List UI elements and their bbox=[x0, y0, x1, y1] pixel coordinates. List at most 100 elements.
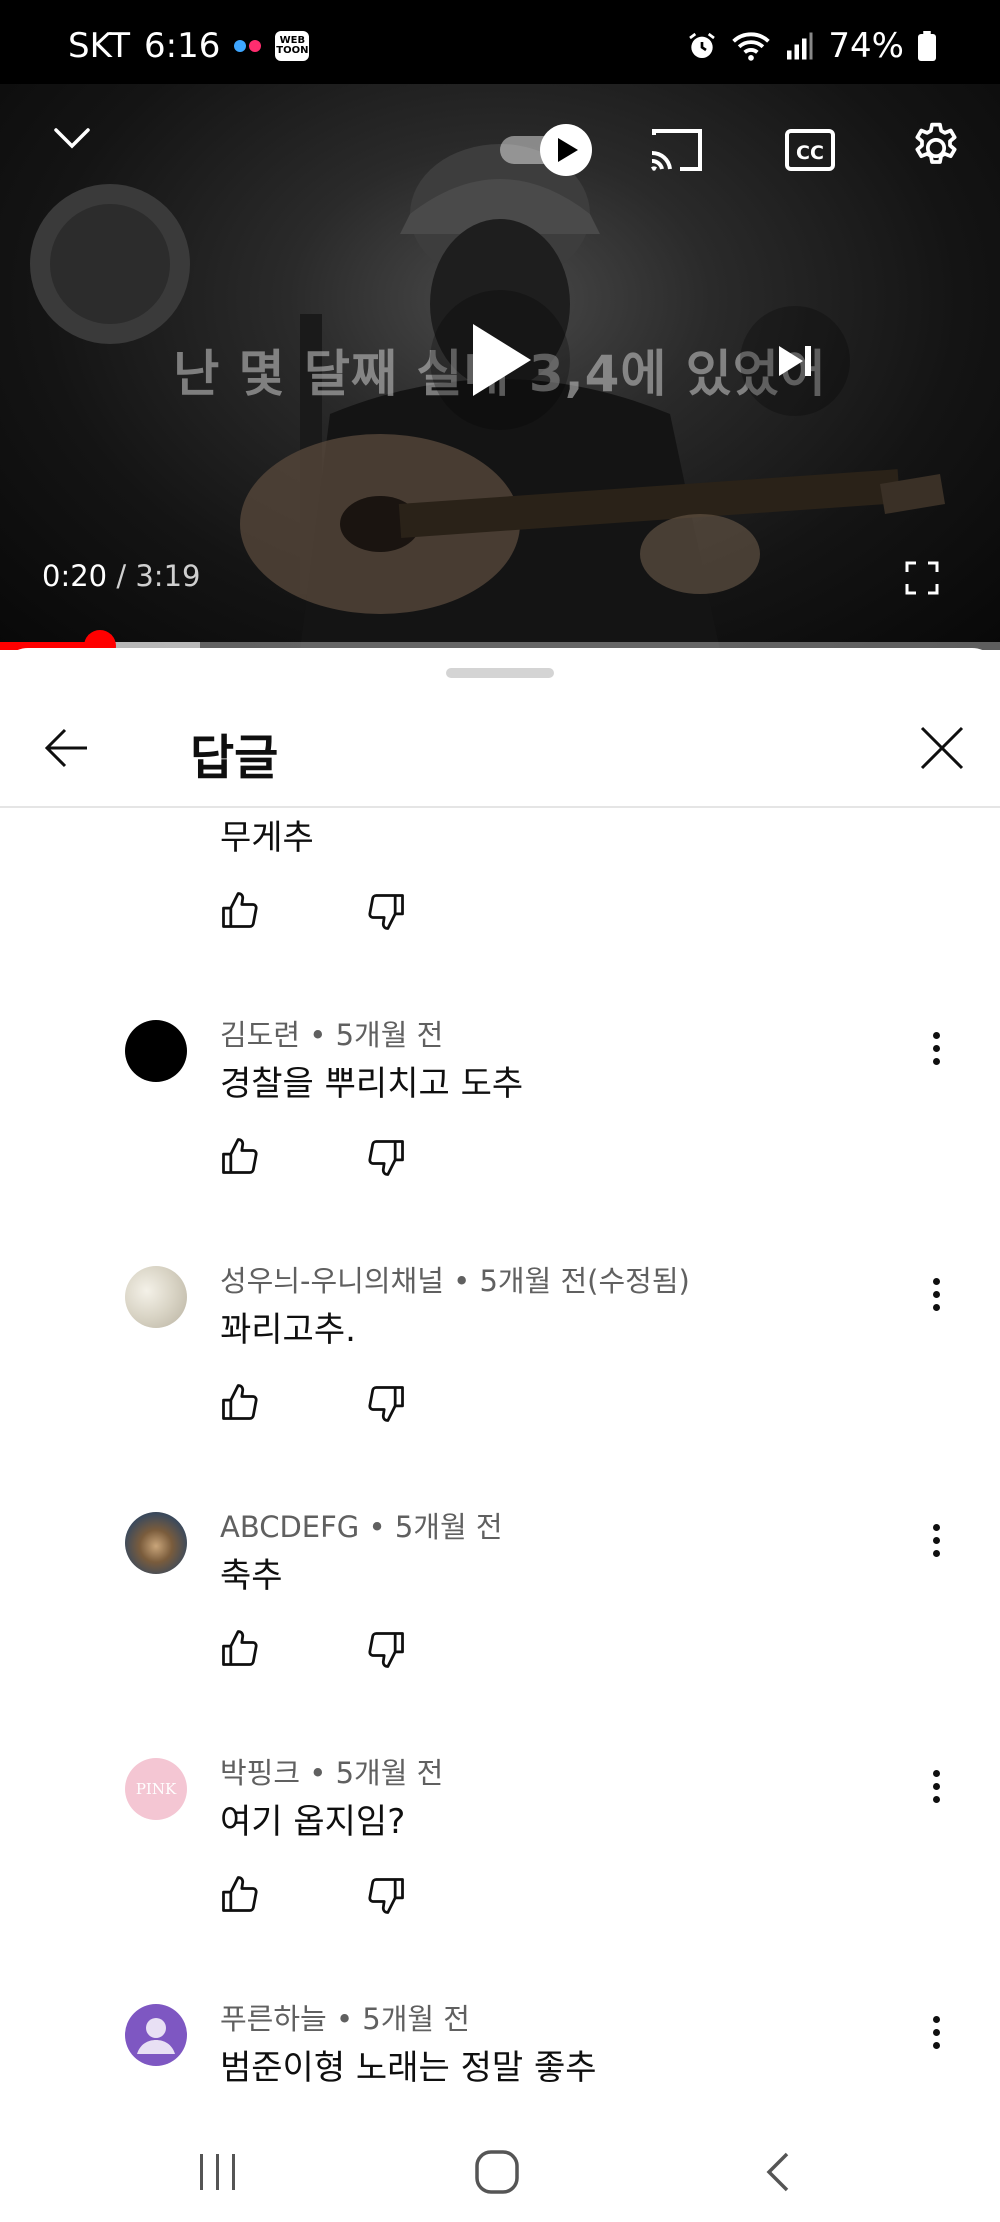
reply-author[interactable]: ABCDEFG bbox=[220, 1510, 359, 1544]
list-item: PINK 박핑크 • 5개월 전 여기 옵지임? bbox=[0, 1742, 1000, 1988]
reply-text: 여기 옵지임? bbox=[220, 1802, 406, 1842]
list-item: 김도련 • 5개월 전 경찰을 뿌리치고 도추 bbox=[0, 1004, 1000, 1250]
more-options-button[interactable] bbox=[918, 1270, 954, 1318]
panel-title: 답글 bbox=[190, 730, 279, 786]
clock: 6:16 bbox=[144, 26, 221, 66]
more-vert-icon bbox=[932, 1031, 940, 1039]
thumbs-down-icon[interactable] bbox=[364, 1874, 408, 1918]
autoplay-toggle-icon bbox=[500, 124, 592, 176]
reply-text: 꽈리고추. bbox=[220, 1310, 356, 1350]
thumbs-up-icon[interactable] bbox=[218, 1872, 262, 1916]
arrow-left-icon bbox=[44, 728, 87, 768]
avatar[interactable] bbox=[125, 2004, 187, 2066]
list-item: 푸른하늘 • 5개월 전 범준이형 노래는 정말 좋추 bbox=[0, 1988, 1000, 2118]
autoplay-toggle[interactable] bbox=[498, 122, 598, 178]
duration: 3:19 bbox=[135, 559, 201, 593]
settings-gear-icon bbox=[915, 122, 957, 164]
back-icon bbox=[766, 2152, 789, 2192]
home-icon bbox=[475, 2150, 519, 2194]
close-panel-button[interactable] bbox=[910, 716, 974, 780]
cast-button[interactable] bbox=[644, 122, 708, 178]
replies-list: 무게추 김도련 • 5개월 전 경찰을 뿌리치고 도추 성우늬-우니의채널 • … bbox=[0, 810, 1000, 2118]
home-button[interactable] bbox=[467, 2144, 527, 2200]
reply-meta: 박핑크 • 5개월 전 bbox=[220, 1750, 443, 1792]
drag-handle[interactable] bbox=[446, 668, 554, 678]
meta-separator: • bbox=[300, 1756, 336, 1790]
reply-author[interactable]: 박핑크 bbox=[220, 1756, 300, 1790]
thumbs-down-icon[interactable] bbox=[364, 1628, 408, 1672]
reply-text: 경찰을 뿌리치고 도추 bbox=[220, 1064, 524, 1104]
more-vert-icon bbox=[932, 2015, 940, 2023]
list-item: 성우늬-우니의채널 • 5개월 전(수정됨) 꽈리고추. bbox=[0, 1250, 1000, 1496]
reply-text: 축추 bbox=[220, 1556, 283, 1596]
reply-age: 5개월 전 bbox=[335, 1018, 444, 1052]
thumbs-down-icon[interactable] bbox=[364, 1382, 408, 1426]
close-icon bbox=[920, 726, 964, 770]
reply-meta: 김도련 • 5개월 전 bbox=[220, 1012, 443, 1054]
captions-button[interactable]: CC bbox=[778, 122, 842, 178]
meta-separator: • bbox=[443, 1264, 480, 1298]
collapse-player-button[interactable] bbox=[44, 110, 100, 166]
avatar[interactable]: PINK bbox=[125, 1758, 187, 1820]
webtoon-icon: WEB TOON bbox=[275, 31, 310, 61]
wifi-icon bbox=[732, 32, 771, 61]
fullscreen-icon bbox=[905, 561, 939, 595]
reply-author[interactable]: 성우늬-우니의채널 bbox=[220, 1264, 444, 1298]
closed-captions-icon: CC bbox=[785, 129, 835, 171]
playback-time: 0:20 / 3:19 bbox=[42, 559, 200, 593]
more-options-button[interactable] bbox=[918, 2008, 954, 2056]
reply-author[interactable]: 김도련 bbox=[220, 1018, 300, 1052]
status-bar: SKT 6:16 WEB TOON 74% bbox=[0, 0, 1000, 84]
reply-meta: ABCDEFG • 5개월 전 bbox=[220, 1504, 503, 1546]
default-avatar-icon bbox=[137, 2018, 175, 2054]
chevron-down-icon bbox=[54, 128, 90, 149]
time-separator: / bbox=[107, 559, 136, 593]
more-options-button[interactable] bbox=[918, 1024, 954, 1072]
svg-text:CC: CC bbox=[796, 142, 824, 164]
back-button[interactable] bbox=[34, 716, 98, 780]
cast-icon bbox=[651, 129, 702, 171]
thumbs-up-icon[interactable] bbox=[218, 1380, 262, 1424]
battery-percent: 74% bbox=[828, 26, 904, 66]
more-vert-icon bbox=[932, 1769, 940, 1777]
more-vert-icon bbox=[932, 1277, 940, 1285]
reply-text: 무게추 bbox=[220, 818, 314, 858]
panel-header: 답글 bbox=[0, 688, 1000, 808]
meta-separator: • bbox=[300, 1018, 336, 1052]
system-nav-bar bbox=[0, 2118, 1000, 2222]
recent-apps-button[interactable] bbox=[188, 2144, 248, 2200]
system-back-button[interactable] bbox=[748, 2144, 808, 2200]
thumbs-up-icon[interactable] bbox=[218, 1134, 262, 1178]
avatar[interactable] bbox=[125, 1020, 187, 1082]
alarm-icon bbox=[689, 32, 716, 58]
more-vert-icon bbox=[932, 1523, 940, 1531]
play-button[interactable] bbox=[430, 290, 570, 430]
reply-meta: 성우늬-우니의채널 • 5개월 전(수정됨) bbox=[220, 1258, 690, 1300]
play-icon bbox=[473, 324, 531, 396]
battery-icon bbox=[918, 31, 936, 61]
reply-age: 5개월 전(수정됨) bbox=[479, 1264, 690, 1298]
thumbs-up-icon[interactable] bbox=[218, 888, 262, 932]
thumbs-down-icon[interactable] bbox=[364, 890, 408, 934]
meta-separator: • bbox=[359, 1510, 395, 1544]
carrier-label: SKT bbox=[68, 26, 131, 66]
list-item: ABCDEFG • 5개월 전 축추 bbox=[0, 1496, 1000, 1742]
thumbs-up-icon[interactable] bbox=[218, 1626, 262, 1670]
reply-age: 5개월 전 bbox=[362, 2002, 470, 2036]
fullscreen-button[interactable] bbox=[898, 554, 946, 602]
replies-panel: 답글 무게추 김도련 • 5개월 전 경찰을 뿌리치고 도추 성우늬-우니의채널… bbox=[0, 648, 1000, 2118]
more-options-button[interactable] bbox=[918, 1762, 954, 1810]
avatar[interactable] bbox=[125, 1266, 187, 1328]
thumbs-down-icon[interactable] bbox=[364, 1136, 408, 1180]
video-player[interactable]: 난 몇 달째 실내 3,4에 있었어 CC 0:20 / 3:19 bbox=[0, 84, 1000, 650]
reply-meta: 푸른하늘 • 5개월 전 bbox=[220, 1996, 470, 2038]
reply-author[interactable]: 푸른하늘 bbox=[220, 2002, 327, 2036]
settings-button[interactable] bbox=[904, 116, 968, 180]
meta-separator: • bbox=[326, 2002, 363, 2036]
reply-age: 5개월 전 bbox=[394, 1510, 503, 1544]
avatar[interactable] bbox=[125, 1512, 187, 1574]
dual-dot-icon bbox=[234, 40, 262, 52]
next-video-button[interactable] bbox=[740, 306, 850, 416]
more-options-button[interactable] bbox=[918, 1516, 954, 1564]
avatar-initials: PINK bbox=[135, 1780, 177, 1798]
